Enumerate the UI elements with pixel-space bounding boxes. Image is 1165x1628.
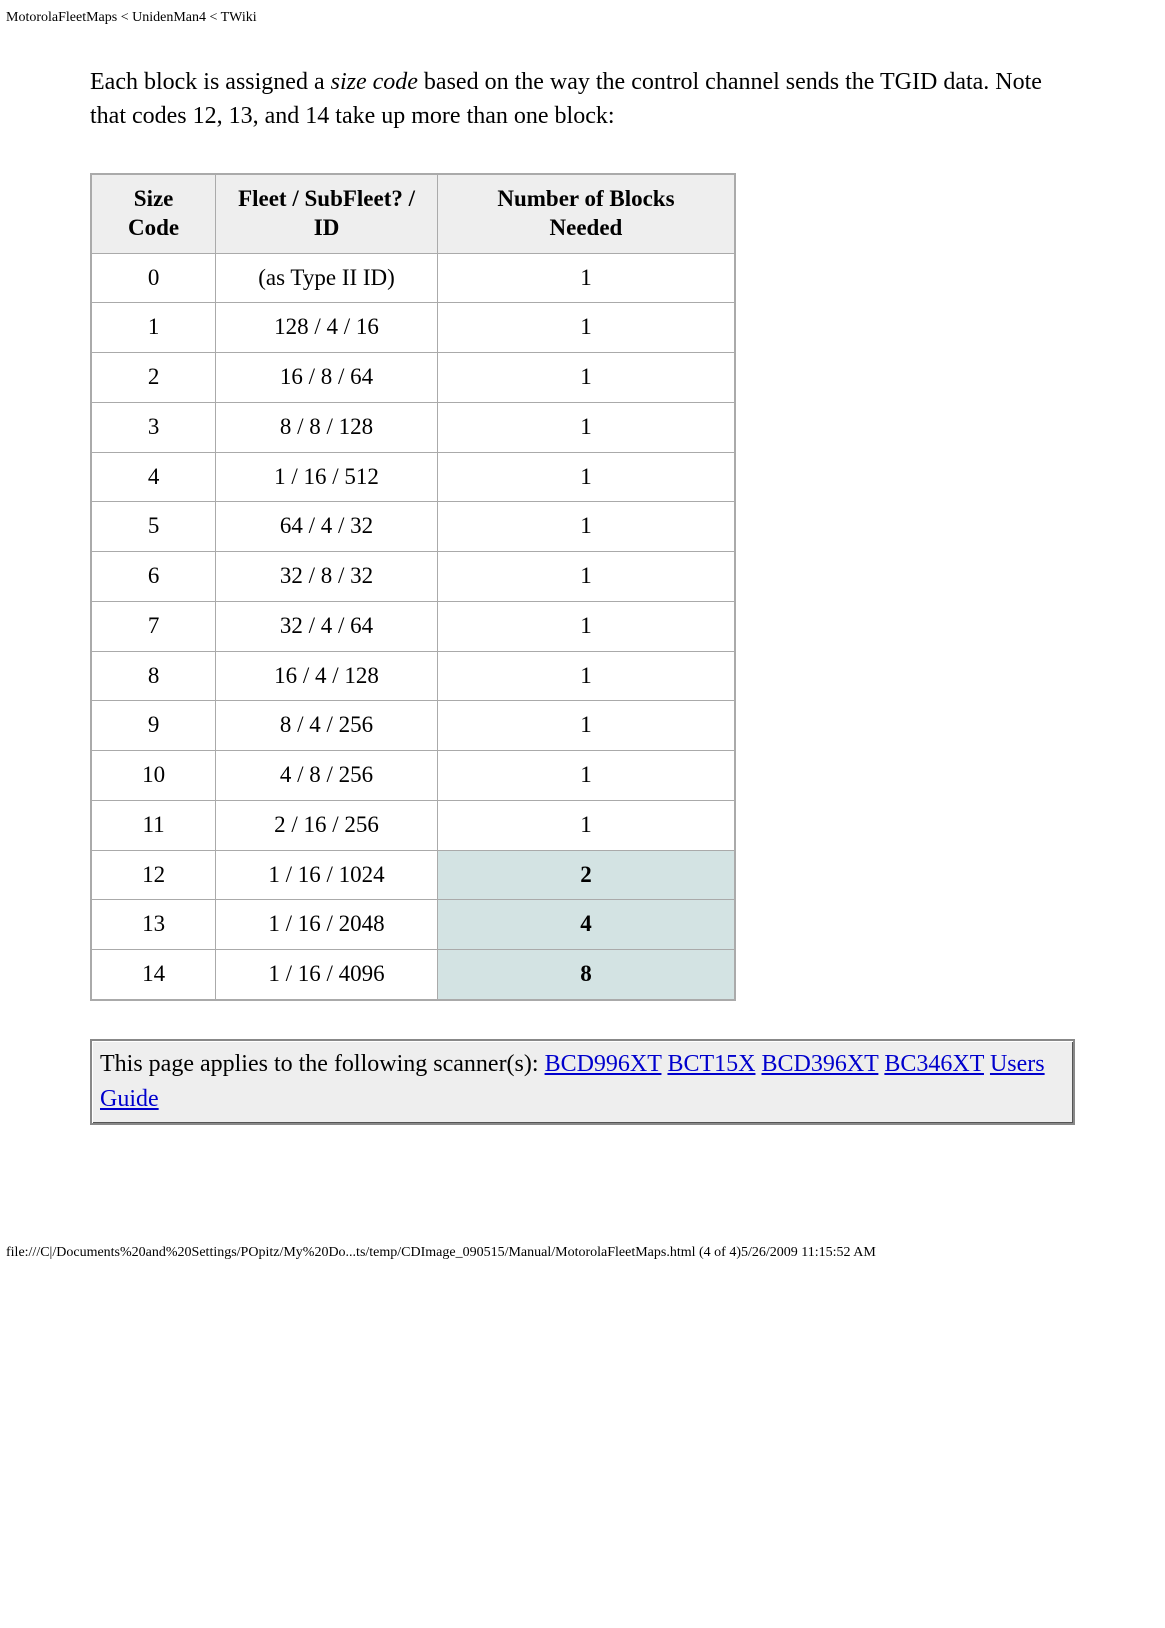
cell-size-code: 4 xyxy=(91,452,216,502)
cell-fleet: 1 / 16 / 1024 xyxy=(216,850,438,900)
cell-fleet: 64 / 4 / 32 xyxy=(216,502,438,552)
table-row: 1128 / 4 / 161 xyxy=(91,303,735,353)
cell-size-code: 12 xyxy=(91,850,216,900)
cell-size-code: 0 xyxy=(91,253,216,303)
table-row: 121 / 16 / 10242 xyxy=(91,850,735,900)
cell-size-code: 9 xyxy=(91,701,216,751)
size-code-table: Size Code Fleet / SubFleet? / ID Number … xyxy=(90,173,736,1001)
table-row: 0(as Type II ID)1 xyxy=(91,253,735,303)
cell-blocks: 1 xyxy=(437,452,735,502)
cell-blocks: 1 xyxy=(437,353,735,403)
cell-fleet: 8 / 4 / 256 xyxy=(216,701,438,751)
cell-size-code: 11 xyxy=(91,800,216,850)
cell-blocks: 1 xyxy=(437,502,735,552)
cell-fleet: 1 / 16 / 512 xyxy=(216,452,438,502)
th-fleet-a: Fleet / SubFleet? / xyxy=(238,186,415,211)
cell-fleet: 4 / 8 / 256 xyxy=(216,751,438,801)
table-row: 632 / 8 / 321 xyxy=(91,552,735,602)
link-bcd396xt[interactable]: BCD396XT xyxy=(761,1051,878,1077)
cell-blocks: 1 xyxy=(437,303,735,353)
cell-fleet: 128 / 4 / 16 xyxy=(216,303,438,353)
table-row: 216 / 8 / 641 xyxy=(91,353,735,403)
link-bc346xt[interactable]: BC346XT xyxy=(884,1051,984,1077)
cell-size-code: 7 xyxy=(91,601,216,651)
intro-text-pre: Each block is assigned a xyxy=(90,69,331,95)
cell-size-code: 3 xyxy=(91,402,216,452)
cell-fleet: 16 / 8 / 64 xyxy=(216,353,438,403)
cell-size-code: 5 xyxy=(91,502,216,552)
cell-blocks: 4 xyxy=(437,900,735,950)
table-row: 131 / 16 / 20484 xyxy=(91,900,735,950)
cell-size-code: 10 xyxy=(91,751,216,801)
link-bcd996xt[interactable]: BCD996XT xyxy=(545,1051,662,1077)
th-blocks-a: Number of Blocks xyxy=(497,186,674,211)
cell-fleet: 1 / 16 / 2048 xyxy=(216,900,438,950)
th-size-a: Size xyxy=(134,186,174,211)
table-row: 816 / 4 / 1281 xyxy=(91,651,735,701)
cell-fleet: 2 / 16 / 256 xyxy=(216,800,438,850)
cell-blocks: 1 xyxy=(437,800,735,850)
cell-fleet: 32 / 4 / 64 xyxy=(216,601,438,651)
cell-blocks: 1 xyxy=(437,651,735,701)
footer-path: file:///C|/Documents%20and%20Settings/PO… xyxy=(6,1245,1165,1261)
cell-fleet: 16 / 4 / 128 xyxy=(216,651,438,701)
intro-paragraph: Each block is assigned a size code based… xyxy=(90,66,1075,133)
intro-size-code: size code xyxy=(331,69,418,95)
th-fleet-b: ID xyxy=(314,215,340,240)
table-row: 98 / 4 / 2561 xyxy=(91,701,735,751)
cell-size-code: 13 xyxy=(91,900,216,950)
cell-size-code: 8 xyxy=(91,651,216,701)
table-row: 41 / 16 / 5121 xyxy=(91,452,735,502)
cell-size-code: 2 xyxy=(91,353,216,403)
table-row: 732 / 4 / 641 xyxy=(91,601,735,651)
cell-fleet: 8 / 8 / 128 xyxy=(216,402,438,452)
table-row: 104 / 8 / 2561 xyxy=(91,751,735,801)
th-size-b: Code xyxy=(128,215,179,240)
cell-blocks: 1 xyxy=(437,601,735,651)
cell-size-code: 1 xyxy=(91,303,216,353)
header-path: MotorolaFleetMaps < UnidenMan4 < TWiki xyxy=(6,10,1165,26)
cell-blocks: 1 xyxy=(437,701,735,751)
cell-blocks: 2 xyxy=(437,850,735,900)
table-row: 38 / 8 / 1281 xyxy=(91,402,735,452)
table-row: 112 / 16 / 2561 xyxy=(91,800,735,850)
cell-blocks: 1 xyxy=(437,751,735,801)
th-blocks-b: Needed xyxy=(550,215,623,240)
cell-blocks: 1 xyxy=(437,253,735,303)
cell-fleet: 32 / 8 / 32 xyxy=(216,552,438,602)
cell-blocks: 8 xyxy=(437,950,735,1000)
cell-size-code: 6 xyxy=(91,552,216,602)
cell-blocks: 1 xyxy=(437,402,735,452)
link-bct15x[interactable]: BCT15X xyxy=(667,1051,755,1077)
cell-blocks: 1 xyxy=(437,552,735,602)
cell-fleet: 1 / 16 / 4096 xyxy=(216,950,438,1000)
applies-lead: This page applies to the following scann… xyxy=(100,1051,545,1077)
applies-box: This page applies to the following scann… xyxy=(90,1039,1075,1125)
table-row: 141 / 16 / 40968 xyxy=(91,950,735,1000)
table-row: 564 / 4 / 321 xyxy=(91,502,735,552)
cell-fleet: (as Type II ID) xyxy=(216,253,438,303)
cell-size-code: 14 xyxy=(91,950,216,1000)
